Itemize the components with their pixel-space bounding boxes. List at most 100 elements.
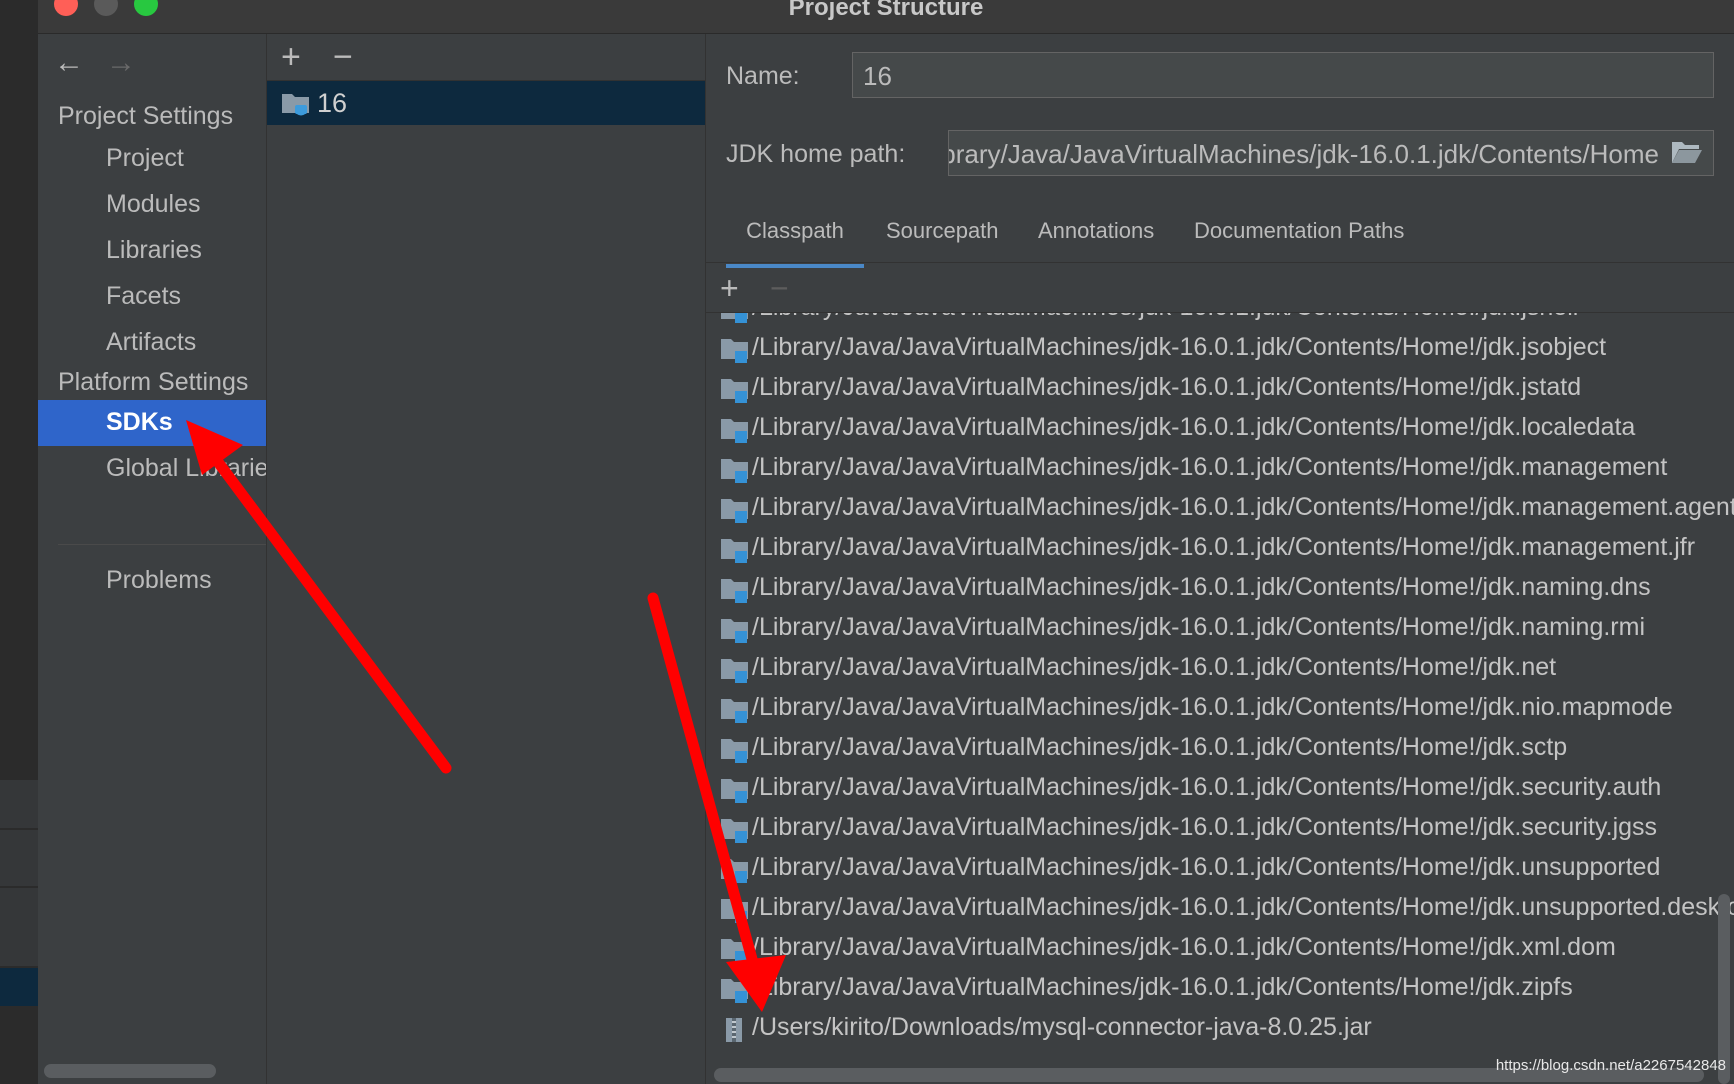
jdk-folder-icon [282, 94, 309, 116]
classpath-vertical-scrollbar[interactable] [1718, 894, 1730, 1084]
classpath-entry-label: /Library/Java/JavaVirtualMachines/jdk-16… [752, 653, 1557, 681]
module-folder-icon [721, 979, 748, 1003]
jdk-home-path-field[interactable]: /Library/Java/JavaVirtualMachines/jdk-16… [948, 130, 1714, 176]
classpath-row[interactable]: /Library/Java/JavaVirtualMachines/jdk-16… [706, 731, 1734, 767]
classpath-row[interactable]: /Library/Java/JavaVirtualMachines/jdk-16… [706, 331, 1734, 367]
nav-divider [58, 544, 266, 545]
tabs-divider [706, 262, 1734, 263]
classpath-row[interactable]: /Library/Java/JavaVirtualMachines/jdk-16… [706, 691, 1734, 727]
module-folder-icon [721, 313, 748, 323]
classpath-entry-label: /Users/kirito/Downloads/mysql-connector-… [752, 1013, 1372, 1041]
nav-horizontal-scrollbar[interactable] [44, 1064, 216, 1078]
module-folder-icon [721, 859, 748, 883]
jar-archive-icon [726, 1018, 742, 1042]
module-folder-icon [721, 539, 748, 563]
classpath-entry-label: /Library/Java/JavaVirtualMachines/jdk-16… [752, 533, 1696, 561]
classpath-row[interactable]: /Library/Java/JavaVirtualMachines/jdk-16… [706, 891, 1734, 927]
module-folder-icon [721, 379, 748, 403]
module-folder-icon [721, 419, 748, 443]
classpath-entry-label: /Library/Java/JavaVirtualMachines/jdk-16… [752, 973, 1573, 1001]
add-classpath-button[interactable]: + [720, 270, 770, 307]
classpath-entry-label: /Library/Java/JavaVirtualMachines/jdk-16… [752, 933, 1616, 961]
classpath-entry-label: /Library/Java/JavaVirtualMachines/jdk-16… [752, 693, 1673, 721]
classpath-list: /Library/Java/JavaVirtualMachines/jdk-16… [706, 312, 1734, 1068]
arrow-left-icon[interactable]: ← [54, 46, 106, 80]
sdk-list-pane: + − 16 [267, 34, 706, 1084]
module-folder-icon [721, 339, 748, 363]
module-folder-icon [721, 619, 748, 643]
module-folder-icon [721, 779, 748, 803]
tab-annotations[interactable]: Annotations [1038, 218, 1154, 264]
module-folder-icon [721, 459, 748, 483]
module-folder-icon [721, 499, 748, 523]
project-structure-dialog: Project Structure ← → Project Settings Pr… [38, 0, 1734, 1084]
classpath-entry-label: /Library/Java/JavaVirtualMachines/jdk-16… [752, 453, 1668, 481]
classpath-entry-label: /Library/Java/JavaVirtualMachines/jdk-16… [752, 333, 1607, 361]
classpath-row[interactable]: /Library/Java/JavaVirtualMachines/jdk-16… [706, 971, 1734, 1007]
tab-classpath[interactable]: Classpath [726, 218, 864, 268]
module-folder-icon [721, 659, 748, 683]
classpath-row[interactable]: /Library/Java/JavaVirtualMachines/jdk-16… [706, 491, 1734, 527]
classpath-entry-label: /Library/Java/JavaVirtualMachines/jdk-16… [752, 373, 1582, 401]
window-title: Project Structure [788, 0, 984, 21]
name-label: Name: [726, 62, 800, 90]
classpath-row[interactable]: /Library/Java/JavaVirtualMachines/jdk-16… [706, 371, 1734, 407]
classpath-row[interactable]: /Library/Java/JavaVirtualMachines/jdk-16… [706, 811, 1734, 847]
remove-classpath-button[interactable]: − [770, 270, 789, 307]
title-bar: Project Structure [38, 0, 1734, 34]
jdk-home-label: JDK home path: [726, 140, 906, 168]
classpath-row[interactable]: /Library/Java/JavaVirtualMachines/jdk-16… [706, 931, 1734, 967]
tab-sourcepath[interactable]: Sourcepath [886, 218, 999, 264]
module-folder-icon [721, 899, 748, 923]
sdk-list: 16 [267, 80, 705, 1084]
classpath-entry-label: /Library/Java/JavaVirtualMachines/jdk-16… [752, 813, 1658, 841]
classpath-row[interactable]: /Library/Java/JavaVirtualMachines/jdk-16… [706, 651, 1734, 687]
sdk-path-tabs: Classpath Sourcepath Annotations Documen… [726, 218, 1734, 272]
classpath-row[interactable]: /Library/Java/JavaVirtualMachines/jdk-16… [706, 571, 1734, 607]
folder-open-icon[interactable] [1671, 139, 1703, 165]
classpath-row[interactable]: /Library/Java/JavaVirtualMachines/jdk-16… [706, 451, 1734, 487]
classpath-entry-label: /Library/Java/JavaVirtualMachines/jdk-16… [752, 493, 1734, 521]
classpath-entry-label: /Library/Java/JavaVirtualMachines/jdk-16… [752, 853, 1661, 881]
remove-sdk-button[interactable]: − [333, 38, 385, 77]
sdk-name-label: 16 [317, 88, 348, 118]
classpath-entry-label: /Library/Java/JavaVirtualMachines/jdk-16… [752, 573, 1651, 601]
classpath-entry-label: /Library/Java/JavaVirtualMachines/jdk-16… [752, 413, 1636, 441]
nav-item-libraries[interactable]: Libraries [38, 228, 266, 274]
nav-item-project[interactable]: Project [38, 136, 266, 182]
classpath-row[interactable]: /Users/kirito/Downloads/mysql-connector-… [706, 1011, 1734, 1047]
watermark: https://blog.csdn.net/a2267542848 [1495, 1057, 1726, 1074]
classpath-row[interactable]: /Library/Java/JavaVirtualMachines/jdk-16… [706, 531, 1734, 567]
nav-item-sdks[interactable]: SDKs [38, 400, 266, 446]
jdk-home-path-value: /Library/Java/JavaVirtualMachines/jdk-16… [948, 139, 1659, 169]
tab-documentation-paths[interactable]: Documentation Paths [1194, 218, 1404, 264]
classpath-row[interactable]: /Library/Java/JavaVirtualMachines/jdk-16… [706, 411, 1734, 447]
module-folder-icon [721, 939, 748, 963]
platform-settings-heading: Platform Settings [58, 368, 249, 396]
nav-item-modules[interactable]: Modules [38, 182, 266, 228]
module-folder-icon [721, 579, 748, 603]
name-field[interactable]: 16 [852, 52, 1714, 98]
settings-nav: ← → Project Settings Project Modules Libr… [38, 34, 267, 1084]
classpath-row[interactable]: /Library/Java/JavaVirtualMachines/jdk-16… [706, 851, 1734, 887]
nav-item-problems[interactable]: Problems [38, 558, 266, 604]
nav-item-facets[interactable]: Facets [38, 274, 266, 320]
module-folder-icon [721, 819, 748, 843]
classpath-row[interactable]: /Library/Java/JavaVirtualMachines/jdk-16… [706, 611, 1734, 647]
classpath-entry-label: /Library/Java/JavaVirtualMachines/jdk-16… [752, 773, 1662, 801]
arrow-right-icon[interactable]: → [106, 46, 158, 80]
add-sdk-button[interactable]: + [281, 38, 333, 77]
project-settings-heading: Project Settings [58, 102, 234, 130]
sdk-list-item[interactable]: 16 [267, 81, 705, 125]
classpath-row[interactable]: /Library/Java/JavaVirtualMachines/jdk-16… [706, 771, 1734, 807]
classpath-entry-label: /Library/Java/JavaVirtualMachines/jdk-16… [752, 313, 1578, 322]
module-folder-icon [721, 699, 748, 723]
classpath-row[interactable]: /Library/Java/JavaVirtualMachines/jdk-16… [706, 313, 1734, 327]
classpath-entry-label: /Library/Java/JavaVirtualMachines/jdk-16… [752, 613, 1645, 641]
background-editor-gutter [0, 0, 39, 1084]
sdk-details-pane: Name: 16 JDK home path: /Library/Java/Ja… [706, 34, 1734, 1084]
module-folder-icon [721, 739, 748, 763]
classpath-entry-label: /Library/Java/JavaVirtualMachines/jdk-16… [752, 893, 1734, 921]
nav-item-global-libraries[interactable]: Global Libraries [38, 446, 266, 492]
nav-item-artifacts[interactable]: Artifacts [38, 320, 266, 366]
